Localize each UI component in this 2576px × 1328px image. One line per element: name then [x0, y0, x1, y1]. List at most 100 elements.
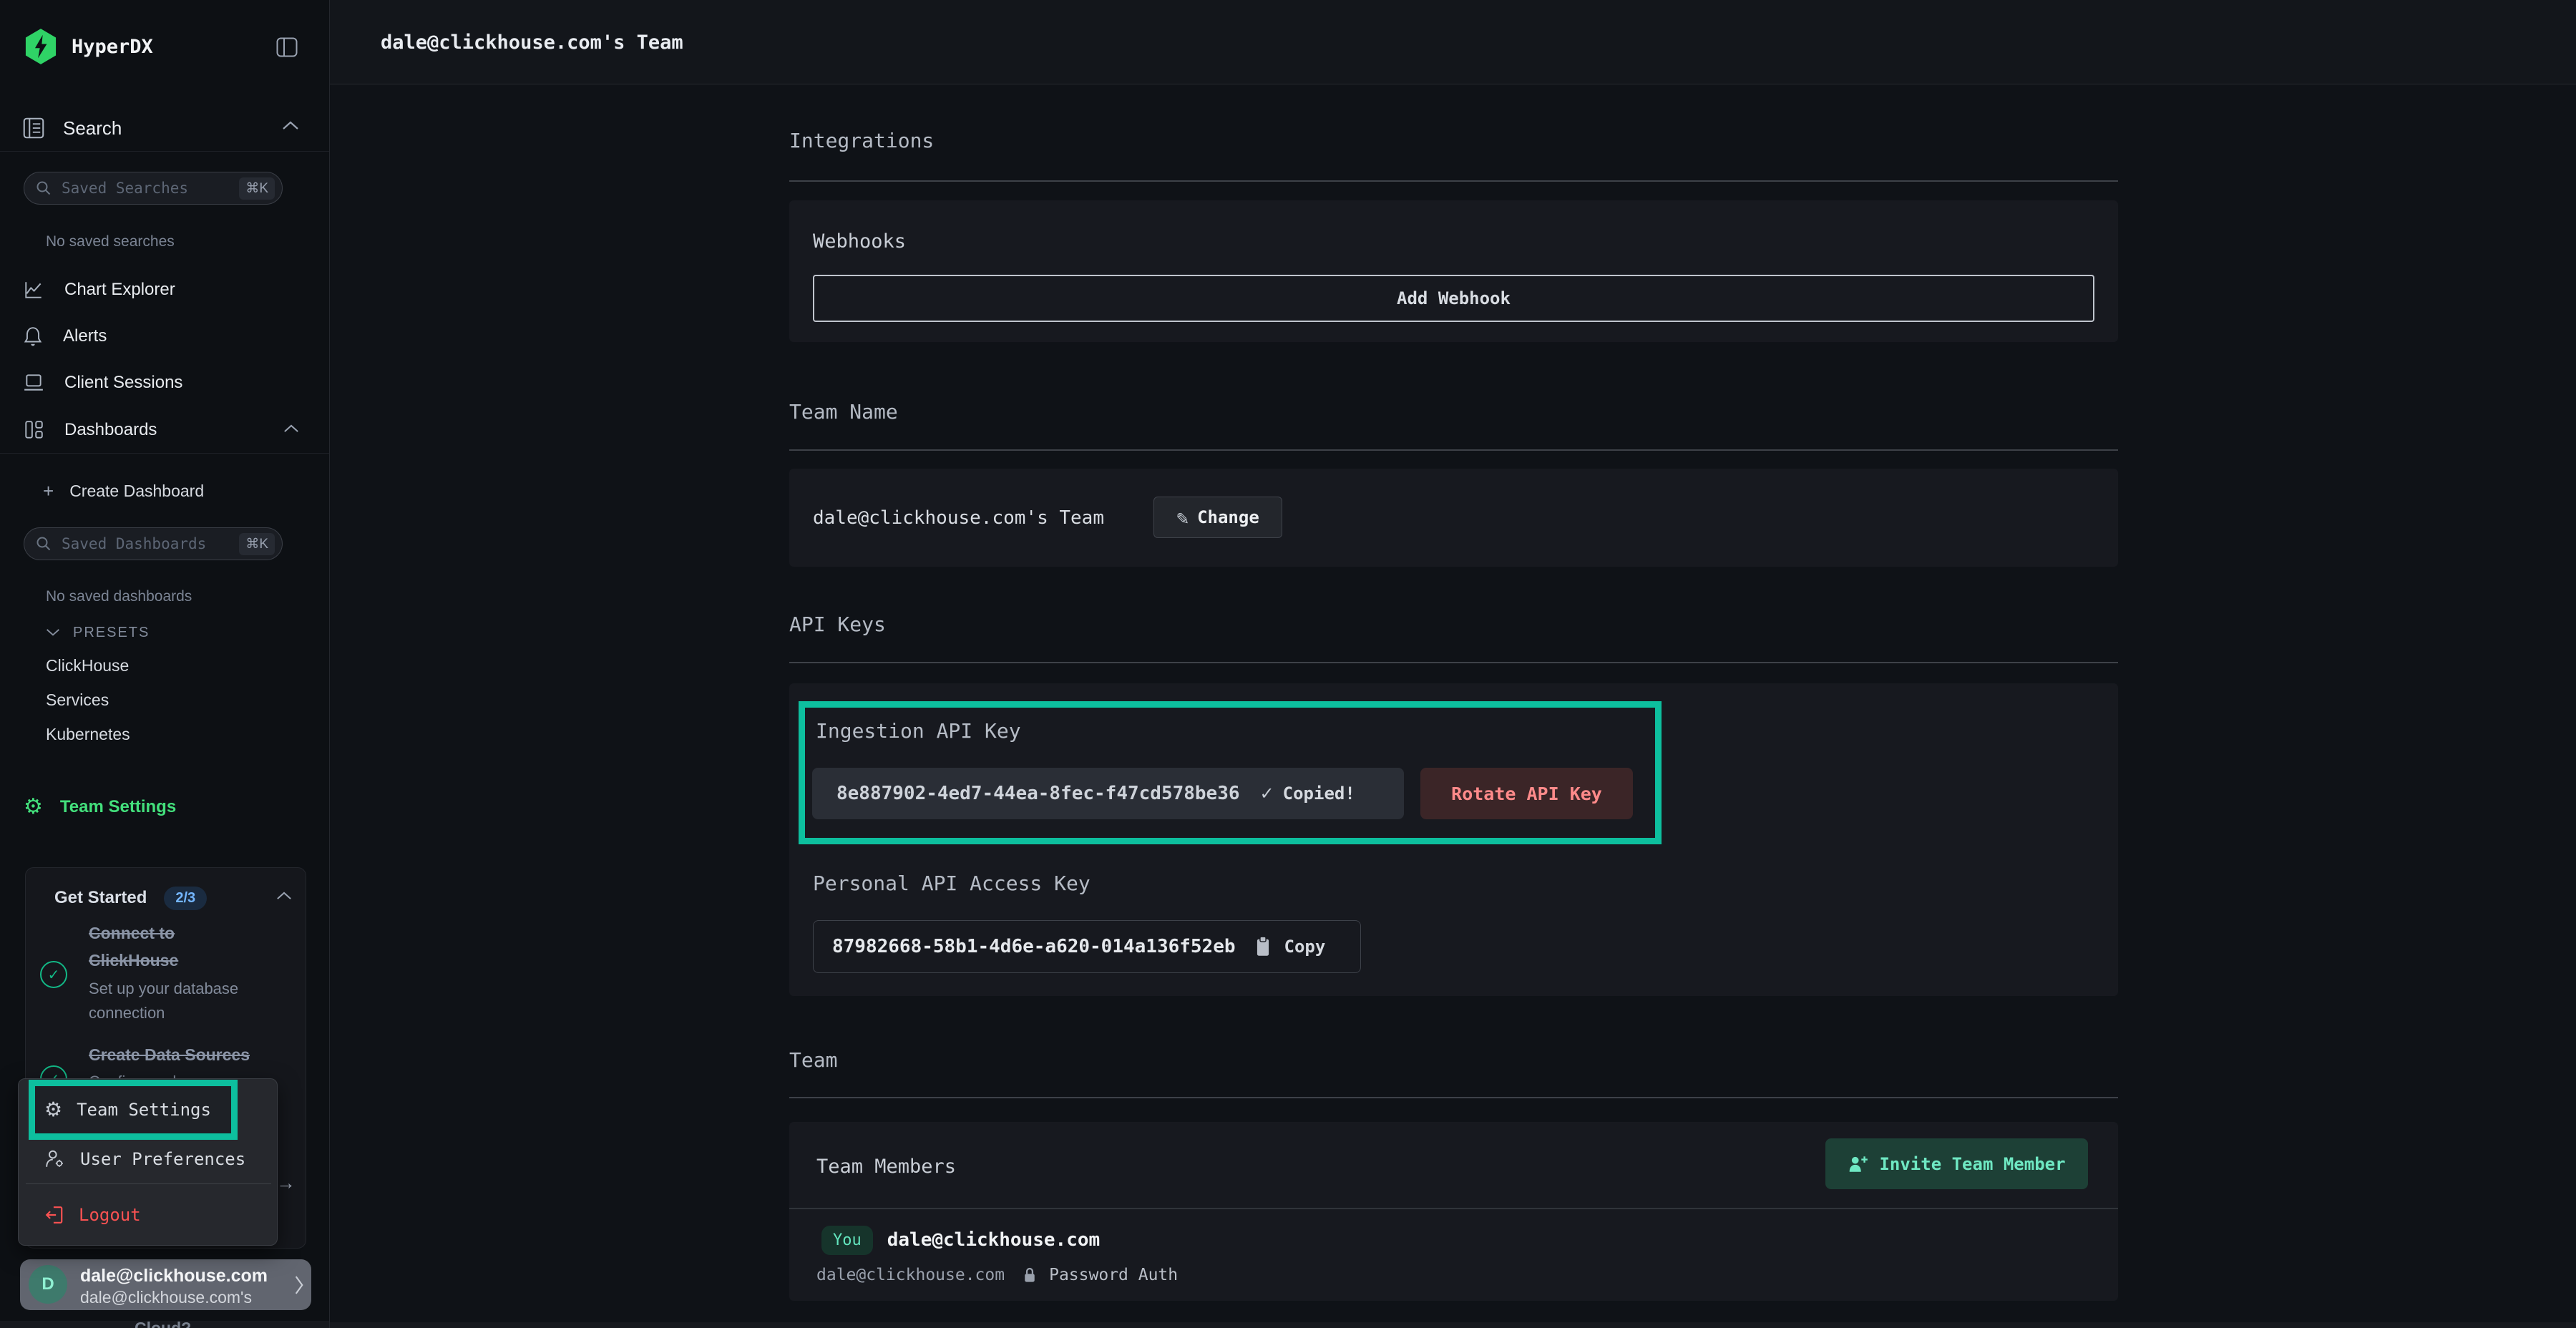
invite-team-member-button[interactable]: Invite Team Member [1825, 1138, 2088, 1189]
api-keys-card: Ingestion API Key 8e887902-4ed7-44ea-8fe… [789, 683, 2118, 996]
get-started-title: Get Started [54, 888, 147, 908]
step-complete-icon: ✓ [40, 961, 67, 988]
plus-icon: + [43, 480, 54, 502]
menu-item-label: Team Settings [77, 1100, 211, 1120]
invite-label: Invite Team Member [1879, 1154, 2065, 1174]
sidebar-divider [0, 151, 329, 152]
member-row-secondary: dale@clickhouse.com Password Auth [816, 1263, 1178, 1287]
search-section-icon [23, 117, 44, 139]
get-started-header[interactable]: Get Started 2/3 [54, 884, 207, 912]
pencil-icon: ✎ [1176, 506, 1189, 529]
logo-text: HyperDX [72, 36, 153, 58]
gear-icon: ⚙ [44, 1100, 62, 1120]
chevron-up-icon[interactable] [283, 424, 299, 433]
members-divider [789, 1208, 2118, 1209]
chevron-right-icon [293, 1275, 305, 1295]
annotation-team-settings: ⚙ Team Settings [29, 1080, 238, 1140]
add-webhook-label: Add Webhook [1397, 288, 1511, 308]
sidebar-section-search[interactable]: Search [23, 114, 122, 142]
section-divider [789, 1097, 2118, 1098]
shortcut-badge: ⌘K [239, 533, 275, 555]
member-email: dale@clickhouse.com [816, 1266, 1005, 1284]
clipboard-icon [1254, 936, 1272, 957]
preset-kubernetes[interactable]: Kubernetes [46, 725, 130, 744]
member-auth-method: Password Auth [1049, 1266, 1178, 1284]
saved-dashboards-input-wrap: ⌘K [24, 527, 283, 560]
nav-label: Client Sessions [64, 373, 182, 393]
user-chip-title: dale@clickhouse.com [80, 1266, 268, 1286]
get-started-step-title[interactable]: Create Data Sources [89, 1041, 303, 1068]
arrow-right-icon[interactable]: → [276, 1172, 296, 1194]
sidebar-item-dashboards[interactable]: Dashboards [23, 416, 157, 444]
topbar: dale@clickhouse.com's Team [330, 0, 2576, 84]
logout-icon [44, 1205, 64, 1225]
menu-item-label: User Preferences [80, 1149, 245, 1169]
you-badge: You [821, 1226, 873, 1255]
personal-api-key-box[interactable]: 87982668-58b1-4d6e-a620-014a136f52eb Cop… [813, 920, 1361, 973]
change-team-name-button[interactable]: ✎ Change [1153, 497, 1282, 538]
create-dashboard-button[interactable]: + Create Dashboard [43, 478, 204, 504]
hyperdx-logo-icon [24, 29, 57, 64]
team-name-heading: Team Name [789, 400, 898, 424]
account-menu: ⚙ Team Settings User Preferences [18, 1078, 278, 1246]
lock-icon [1023, 1266, 1036, 1284]
sidebar-item-client-sessions[interactable]: Client Sessions [23, 368, 182, 397]
sidebar-divider [0, 453, 329, 454]
add-webhook-button[interactable]: Add Webhook [813, 275, 2094, 322]
menu-item-user-preferences[interactable]: User Preferences [44, 1143, 245, 1175]
app-root: HyperDX Search [0, 0, 2576, 1328]
team-settings-label: Team Settings [60, 797, 176, 817]
presets-toggle[interactable]: PRESETS [46, 621, 150, 644]
search-icon [36, 536, 52, 552]
api-keys-heading: API Keys [789, 612, 886, 636]
team-members-label: Team Members [816, 1156, 956, 1178]
no-saved-searches-note: No saved searches [46, 233, 175, 250]
user-preferences-icon [44, 1148, 66, 1170]
sidebar-item-team-settings[interactable]: ⚙ Team Settings [24, 793, 176, 821]
menu-item-team-settings[interactable]: ⚙ Team Settings [35, 1086, 231, 1133]
section-divider [789, 662, 2118, 663]
get-started-progress-badge: 2/3 [164, 887, 207, 910]
chevron-down-icon [46, 628, 60, 637]
member-name: dale@clickhouse.com [887, 1229, 1100, 1251]
member-row-primary: You dale@clickhouse.com [821, 1226, 1100, 1254]
copy-label: Copy [1284, 937, 1326, 957]
chevron-up-icon[interactable] [276, 891, 292, 900]
sidebar-item-alerts[interactable]: Alerts [23, 322, 107, 351]
laptop-icon [23, 373, 44, 393]
webhooks-card: Webhooks Add Webhook [789, 200, 2118, 342]
team-name-value: dale@clickhouse.com's Team [813, 507, 1104, 529]
menu-item-logout[interactable]: Logout [44, 1199, 141, 1231]
get-started-step-desc: Set up your database connection [89, 977, 268, 1025]
bottom-strip [330, 1322, 2576, 1328]
shortcut-badge: ⌘K [239, 177, 275, 200]
no-saved-dashboards-note: No saved dashboards [46, 588, 192, 605]
create-dashboard-label: Create Dashboard [69, 482, 204, 501]
logo: HyperDX [24, 30, 153, 63]
sidebar-item-chart-explorer[interactable]: Chart Explorer [23, 275, 175, 304]
search-section-label: Search [63, 117, 122, 140]
chart-explorer-icon [23, 279, 44, 301]
annotation-ingestion-api-key [799, 701, 1662, 844]
user-chip-subtitle: dale@clickhouse.com's [80, 1288, 252, 1307]
menu-item-label: Logout [79, 1205, 141, 1225]
personal-api-key-value: 87982668-58b1-4d6e-a620-014a136f52eb [832, 936, 1236, 957]
collapse-panel-icon[interactable] [276, 37, 298, 57]
section-divider [789, 449, 2118, 451]
saved-searches-input[interactable] [60, 179, 239, 197]
search-icon [36, 180, 52, 196]
nav-label: Chart Explorer [64, 280, 175, 300]
avatar: D [29, 1265, 67, 1304]
page-title: dale@clickhouse.com's Team [381, 0, 683, 84]
check-glyph: ✓ [48, 966, 60, 984]
preset-services[interactable]: Services [46, 690, 109, 710]
dashboards-icon [23, 419, 44, 441]
get-started-step-title[interactable]: Connect to ClickHouse [89, 919, 210, 974]
bell-icon [23, 326, 43, 347]
team-name-card: dale@clickhouse.com's Team ✎ Change [789, 469, 2118, 567]
saved-dashboards-input[interactable] [60, 534, 239, 553]
chevron-up-icon[interactable] [282, 120, 299, 130]
change-label: Change [1197, 507, 1259, 527]
user-account-chip[interactable]: D dale@clickhouse.com dale@clickhouse.co… [20, 1259, 311, 1310]
preset-clickhouse[interactable]: ClickHouse [46, 656, 129, 675]
